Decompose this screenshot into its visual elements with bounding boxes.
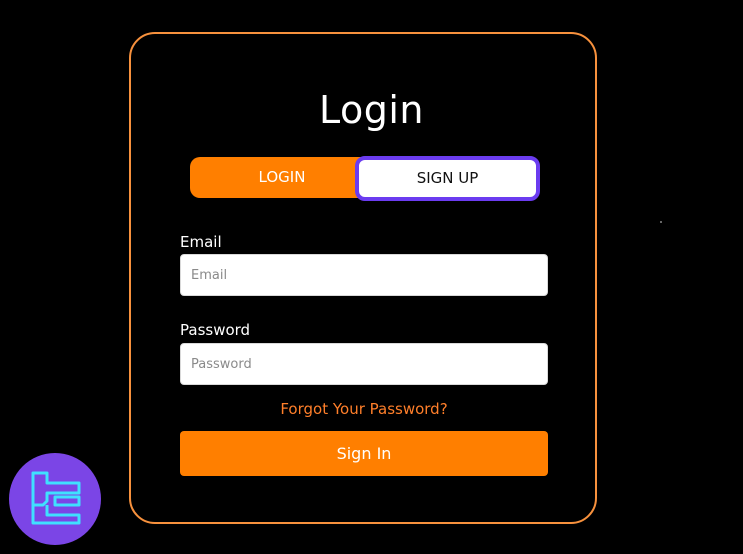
tab-login[interactable]: LOGIN bbox=[190, 157, 374, 198]
forgot-password-link[interactable]: Forgot Your Password? bbox=[180, 399, 548, 419]
tab-signup[interactable]: SIGN UP bbox=[355, 156, 540, 201]
tc-logo-icon bbox=[9, 453, 101, 545]
sign-in-button[interactable]: Sign In bbox=[180, 431, 548, 476]
page-title: Login bbox=[318, 88, 424, 132]
stray-dot bbox=[660, 221, 662, 223]
password-label: Password bbox=[180, 321, 251, 339]
tc-logo-glyph bbox=[31, 471, 81, 525]
email-label: Email bbox=[180, 233, 222, 251]
page: Login LOGIN SIGN UP Email Password Forgo… bbox=[0, 0, 743, 554]
email-field[interactable] bbox=[180, 254, 548, 296]
password-field[interactable] bbox=[180, 343, 548, 385]
